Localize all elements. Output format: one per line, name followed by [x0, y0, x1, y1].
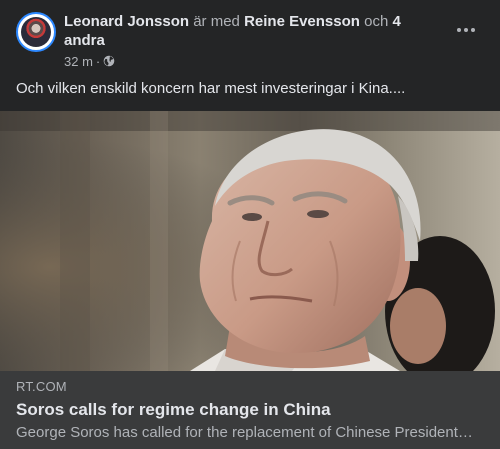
post-text: Och vilken enskild koncern har mest inve…: [16, 80, 406, 97]
more-dot: [464, 28, 468, 32]
post-meta: 32 m ·: [64, 53, 115, 69]
author-avatar[interactable]: [16, 12, 56, 52]
more-options-icon[interactable]: [452, 18, 480, 42]
post-timestamp[interactable]: 32 m: [64, 54, 93, 69]
and-text: och: [364, 13, 389, 30]
portrait-illustration: [0, 111, 500, 371]
more-dot: [471, 28, 475, 32]
link-preview-card[interactable]: RT.COM Soros calls for regime change in …: [0, 371, 500, 449]
globe-icon[interactable]: [103, 55, 115, 67]
more-dot: [457, 28, 461, 32]
link-domain: RT.COM: [16, 379, 67, 394]
with-text: är med: [193, 13, 240, 30]
tagged-person-link[interactable]: Reine Evensson: [244, 13, 360, 30]
author-line: Leonard Jonsson är med Reine Evensson oc…: [64, 12, 444, 50]
trailing-dot: .: [64, 31, 69, 48]
author-name-link[interactable]: Leonard Jonsson: [64, 13, 189, 30]
meta-separator: ·: [95, 53, 101, 69]
avatar-image: [21, 17, 51, 47]
link-preview-image[interactable]: [0, 111, 500, 371]
link-title[interactable]: Soros calls for regime change in China: [16, 399, 331, 420]
post-header: Leonard Jonsson är med Reine Evensson oc…: [0, 0, 500, 76]
link-description: George Soros has called for the replacem…: [16, 424, 476, 441]
